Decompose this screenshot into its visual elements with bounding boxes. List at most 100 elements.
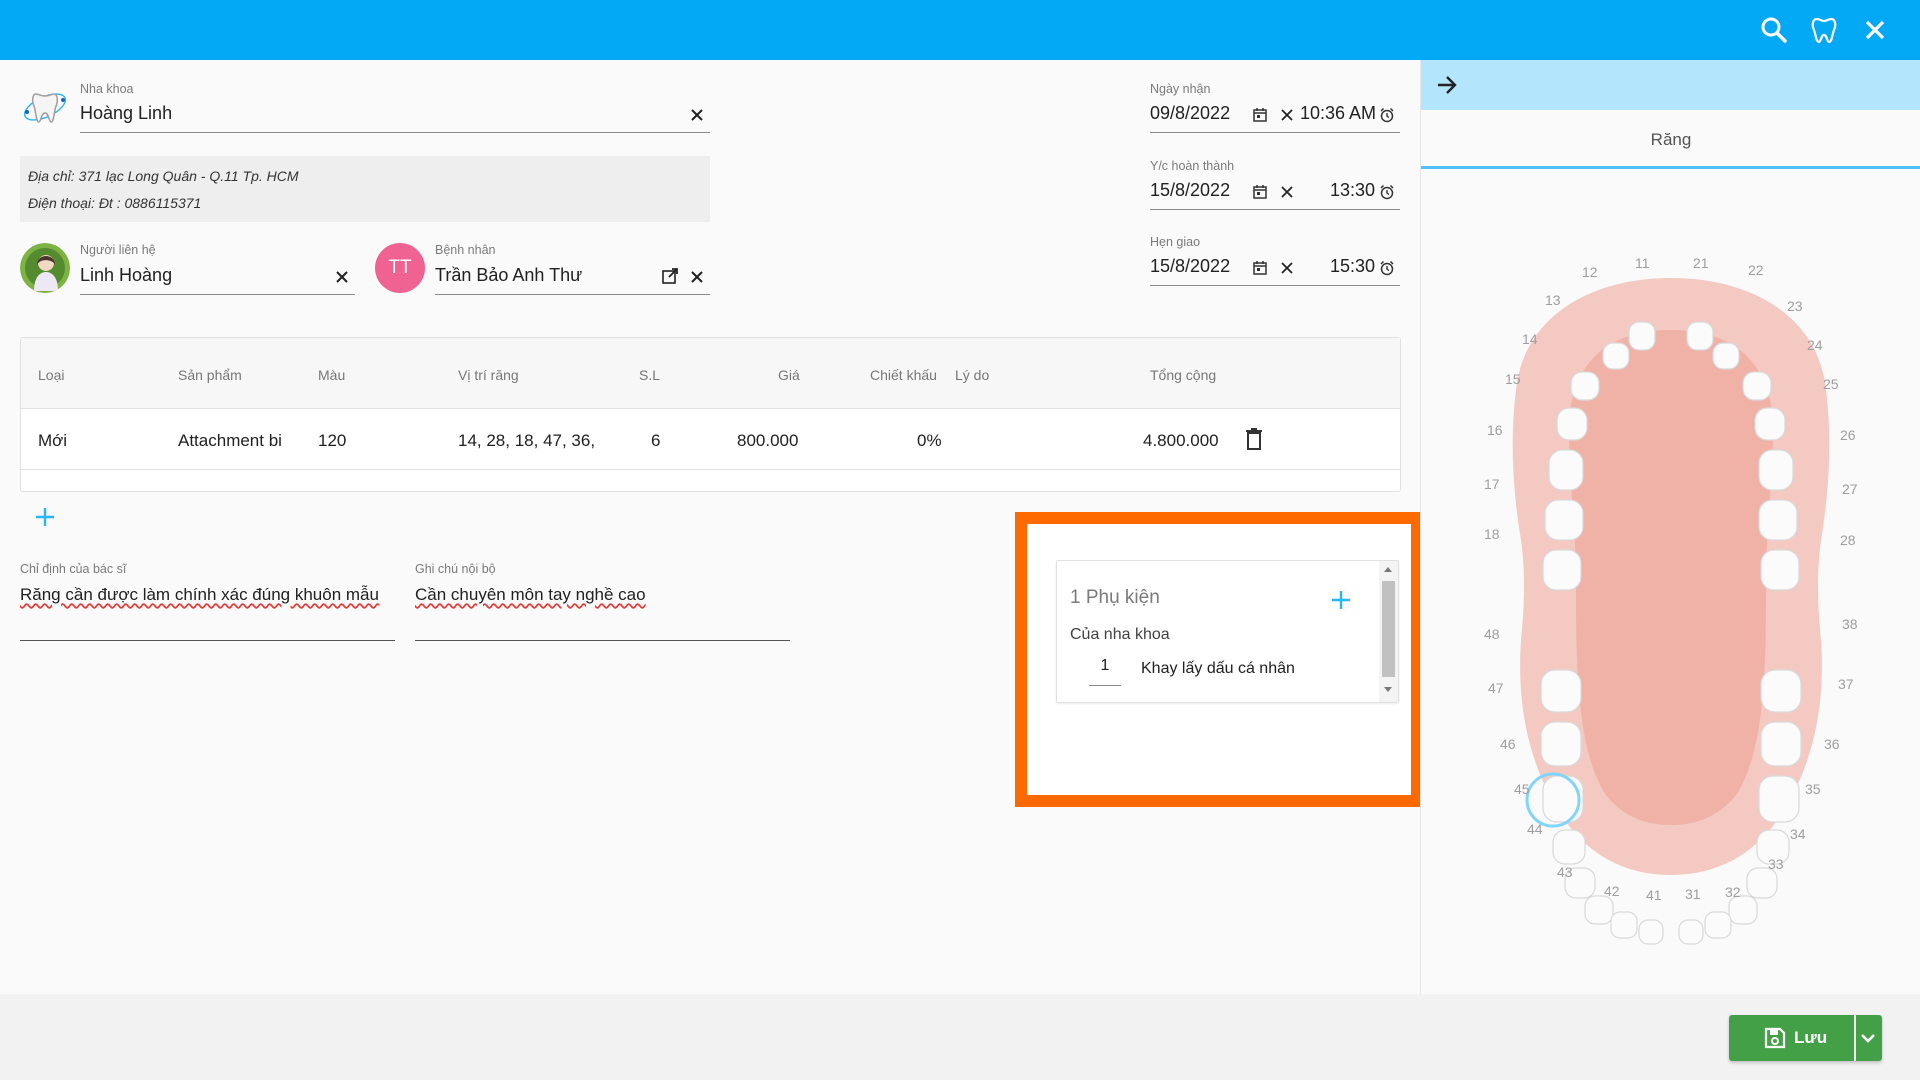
col-qty: S.L [639,367,661,383]
col-price: Giá [778,367,800,383]
tooth-label-33[interactable]: 33 [1768,856,1784,872]
tooth-label-46[interactable]: 46 [1500,736,1516,752]
patient-avatar: TT [375,243,425,293]
chevron-down-icon[interactable] [1859,1032,1877,1051]
internal-note-label: Ghi chú nội bộ [415,562,496,576]
delivery-date-field[interactable]: 15/8/2022 [1150,256,1230,277]
tooth-label-37[interactable]: 37 [1838,676,1854,692]
tooth-label-12[interactable]: 12 [1582,264,1598,280]
clear-clinic-icon[interactable] [689,107,705,128]
tooth-label-27[interactable]: 27 [1842,481,1858,497]
tooth-label-15[interactable]: 15 [1505,371,1521,387]
tooth-label-38[interactable]: 38 [1842,616,1858,632]
clear-delivery-date-icon[interactable] [1280,261,1294,280]
complete-date-label: Y/c hoàn thành [1150,159,1235,173]
accessories-scrollbar[interactable] [1379,561,1398,702]
search-icon[interactable] [1758,14,1790,46]
row-divider [21,469,1400,470]
tooth-label-45[interactable]: 45 [1514,781,1530,797]
tooth-label-35[interactable]: 35 [1805,781,1821,797]
save-button[interactable]: Lưu [1729,1015,1882,1061]
clear-patient-icon[interactable] [689,269,705,290]
tooth-label-25[interactable]: 25 [1823,376,1839,392]
received-time-field[interactable]: 10:36 AM [1300,103,1376,124]
tooth-label-14[interactable]: 14 [1522,331,1538,347]
scroll-down-arrow-icon[interactable] [1384,687,1392,692]
alarm-icon[interactable] [1379,107,1395,128]
tooth-label-23[interactable]: 23 [1787,298,1803,314]
complete-time-field[interactable]: 13:30 [1330,180,1375,201]
calendar-icon[interactable] [1252,107,1268,128]
clear-contact-icon[interactable] [334,269,350,290]
col-product: Sản phẩm [178,367,242,383]
teeth-panel: Răng 11 12 13 14 15 16 17 18 21 22 23 24… [1420,60,1920,994]
phone-line: Điện thoại: Đt : 0886115371 [28,195,202,211]
tooth-label-28[interactable]: 28 [1840,532,1856,548]
complete-date-field[interactable]: 15/8/2022 [1150,180,1230,201]
close-icon[interactable] [1859,14,1891,46]
cell-teeth: 14, 28, 18, 47, 36, [458,431,596,450]
accessory-qty-field[interactable]: 1 [1089,657,1121,675]
delivery-time-field[interactable]: 15:30 [1330,256,1375,277]
delivery-date-label: Hẹn giao [1150,235,1201,249]
tooth-label-21[interactable]: 21 [1693,255,1709,271]
contact-field[interactable]: Linh Hoàng [80,265,172,286]
tooth-label-44[interactable]: 44 [1527,821,1543,837]
clinic-address-box: Địa chỉ: 371 lạc Long Quân - Q.11 Tp. HC… [20,156,710,222]
calendar-icon[interactable] [1252,260,1268,281]
alarm-icon[interactable] [1379,184,1395,205]
tooth-label-34[interactable]: 34 [1790,826,1806,842]
tooth-label-13[interactable]: 13 [1545,292,1561,308]
clear-complete-date-icon[interactable] [1280,185,1294,204]
address-line: Địa chỉ: 371 lạc Long Quân - Q.11 Tp. HC… [28,168,299,184]
scroll-up-arrow-icon[interactable] [1384,567,1392,572]
tooth-label-43[interactable]: 43 [1557,864,1573,880]
alarm-icon[interactable] [1379,260,1395,281]
received-date-field[interactable]: 09/8/2022 [1150,103,1230,124]
tooth-label-22[interactable]: 22 [1748,262,1764,278]
save-button-divider [1854,1015,1856,1061]
clinic-field[interactable]: Hoàng Linh [80,103,172,124]
calendar-icon[interactable] [1252,184,1268,205]
save-icon [1764,1027,1786,1054]
internal-note-underline [415,640,790,641]
tooth-icon[interactable] [1808,14,1840,46]
tooth-label-26[interactable]: 26 [1840,427,1856,443]
tooth-label-48[interactable]: 48 [1484,626,1500,642]
doctor-note-underline [20,640,395,641]
tooth-label-32[interactable]: 32 [1725,884,1741,900]
tooth-label-36[interactable]: 36 [1824,736,1840,752]
contact-label: Người liên hệ [80,243,156,257]
tooth-label-24[interactable]: 24 [1807,337,1823,353]
col-reason: Lý do [955,367,990,383]
patient-field[interactable]: Trần Bảo Anh Thư [435,265,582,286]
accessories-card: 1 Phụ kiện Của nha khoa 1 Khay lấy dấu c… [1056,560,1399,703]
received-date-label: Ngày nhận [1150,82,1211,96]
tooth-label-17[interactable]: 17 [1484,476,1500,492]
clear-received-date-icon[interactable] [1280,108,1294,127]
doctor-note-field[interactable]: Răng cần được làm chính xác đúng khuôn m… [20,585,379,605]
tooth-label-18[interactable]: 18 [1484,526,1500,542]
accessories-group-label: Của nha khoa [1070,626,1170,643]
save-label: Lưu [1794,1028,1828,1047]
accessory-qty-underline [1089,685,1121,686]
add-row-icon[interactable] [34,506,56,533]
col-color: Màu [318,367,346,383]
tooth-label-16[interactable]: 16 [1487,422,1503,438]
tooth-label-11[interactable]: 11 [1635,255,1650,271]
clinic-logo [20,82,70,132]
delivery-underline [1150,285,1400,286]
cell-color: 120 [318,431,347,450]
open-patient-icon[interactable] [661,268,679,291]
internal-note-field[interactable]: Cần chuyên môn tay nghề cao [415,585,646,605]
tooth-label-31[interactable]: 31 [1685,886,1701,902]
scroll-thumb[interactable] [1382,581,1395,677]
cell-total: 4.800.000 [1143,431,1219,450]
delete-row-icon[interactable] [1244,427,1264,456]
add-accessory-icon[interactable] [1330,589,1352,616]
tooth-label-47[interactable]: 47 [1488,680,1504,696]
tooth-label-42[interactable]: 42 [1604,883,1620,899]
cell-product: Attachment bi [178,431,282,450]
accessories-title: 1 Phụ kiện [1070,587,1160,608]
tooth-label-41[interactable]: 41 [1646,887,1662,903]
